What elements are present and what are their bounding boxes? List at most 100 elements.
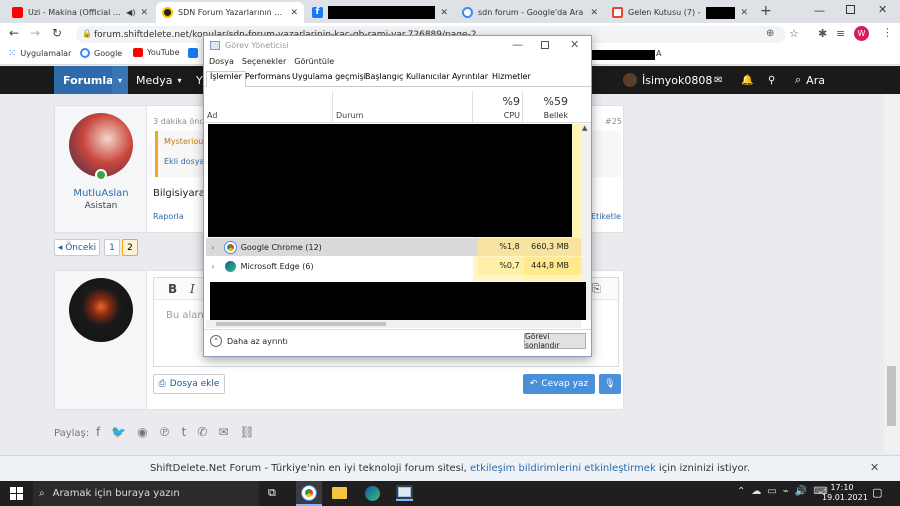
tab-youtube[interactable]: Uzi - Makina (Official Vide ◀) ✕ [6,2,154,23]
attach-file-button[interactable]: ⎙ Dosya ekle [153,374,225,394]
cpu-total[interactable]: %9 [474,95,520,108]
author-name[interactable]: MutluAslan [55,188,147,199]
tumblr-share-icon[interactable]: t [182,425,187,439]
scroll-up-icon[interactable]: ▲ [582,124,587,132]
link-share-icon[interactable]: ⛓ [240,425,255,439]
reload-icon[interactable]: ↻ [52,26,62,40]
twitter-share-icon[interactable]: 🐦 [111,425,126,439]
italic-icon[interactable]: I [190,282,195,296]
page-scrollbar[interactable] [884,94,900,454]
volume-icon[interactable]: 🔊 [795,486,807,497]
tab-gmail[interactable]: Gelen Kutusu (7) - ✕ [606,2,754,23]
col-status[interactable]: Durum [336,111,363,120]
tm-tab-users[interactable]: Kullanıcılar [403,72,453,81]
menu-options[interactable]: Seçenekler [242,57,286,66]
bookmark-facebook[interactable] [188,48,198,58]
bookmark-google[interactable]: Google [80,48,122,58]
facebook-share-icon[interactable]: f [96,425,100,439]
close-tab-icon[interactable]: ✕ [140,8,148,18]
close-tab-icon[interactable]: ✕ [590,8,598,18]
tm-tab-details[interactable]: Ayrıntılar [449,72,491,81]
prev-page-button[interactable]: ◂ Önceki [54,239,100,256]
bookmark-star-icon[interactable]: ☆ [789,27,799,40]
back-icon[interactable]: ← [9,26,19,40]
nav-user[interactable]: İsimyok0808 [623,66,712,94]
whatsapp-share-icon[interactable]: ✆ [197,425,207,439]
tm-tab-app-history[interactable]: Uygulama geçmişi [289,72,369,81]
taskbar-search[interactable]: ⌕ Aramak için buraya yazın [33,481,259,506]
reply-submit-button[interactable]: ↶ Cevap yaz [523,374,595,394]
end-task-button[interactable]: Görevi sonlandır [524,332,586,350]
process-row[interactable]: › Microsoft Edge (6) %0,7 444,8 MB [206,257,581,275]
tm-tab-startup[interactable]: Başlangıç [362,72,406,81]
menu-file[interactable]: Dosya [209,57,234,66]
tm-maximize-icon[interactable] [541,41,549,49]
tab-google[interactable]: sdn forum - Google'da Ara ✕ [456,2,604,23]
bookmark-youtube[interactable]: YouTube [133,48,180,57]
scrollbar-thumb[interactable] [216,322,386,326]
author-avatar[interactable] [69,113,133,177]
network-icon[interactable]: ⌁ [783,486,789,497]
scrollbar-thumb[interactable] [887,366,896,426]
tray-expand-icon[interactable]: ⌃ [737,486,745,497]
col-name[interactable]: Ad [207,111,217,120]
extensions-icon[interactable]: ✱ [818,27,827,40]
tm-tab-services[interactable]: Hizmetler [489,72,534,81]
tm-tab-performance[interactable]: Performans [242,72,294,81]
preview-icon[interactable]: ⎘ [592,282,601,296]
tab-sdn-forum[interactable]: SDN Forum Yazarlarının Kaç G ✕ [156,2,304,23]
mic-off-icon[interactable]: 🎙 [599,374,621,394]
expand-chevron-icon[interactable]: › [206,243,220,252]
page-2-button[interactable]: 2 [122,239,138,256]
expand-chevron-icon[interactable]: › [206,262,220,271]
reddit-share-icon[interactable]: ◉ [137,425,147,439]
menu-view[interactable]: Görüntüle [294,57,334,66]
taskbar-task-manager[interactable] [396,485,413,501]
less-details-toggle[interactable]: ⌃ Daha az ayrıntı [210,335,288,347]
post-number[interactable]: #25 [605,117,622,126]
taskbar-clock[interactable]: 17:10 19.01.2021 [822,483,868,503]
nav-more[interactable]: Y [196,66,203,94]
edge-icon[interactable] [365,486,380,501]
col-memory[interactable]: Bellek [524,111,568,120]
taskbar-chrome[interactable] [296,481,322,506]
action-center-icon[interactable]: ▢ [872,486,882,499]
bell-icon[interactable]: 🔔 [741,66,753,94]
process-row[interactable]: › Google Chrome (12) %1,8 660,3 MB [206,238,582,256]
bookmark-apps[interactable]: ⁙ Uygulamalar [8,48,71,59]
nav-media[interactable]: Medya ▾ [136,66,182,94]
inbox-icon[interactable]: ✉ [714,66,722,94]
close-tab-icon[interactable]: ✕ [740,8,748,18]
quote-author[interactable]: Mysterious [164,137,208,146]
bookmark-icon[interactable]: ⚲ [768,66,775,94]
notification-link[interactable]: etkileşim bildirimlerini etkinleştirmek [470,463,656,474]
tm-horizontal-scrollbar[interactable] [206,320,581,328]
profile-avatar[interactable]: W [854,26,869,41]
media-icon[interactable]: ≡ [836,27,845,40]
nav-search[interactable]: ⌕ Ara [795,66,825,94]
windows-start-icon[interactable] [10,487,23,500]
new-tab-icon[interactable]: + [760,3,772,19]
col-cpu[interactable]: CPU [474,111,520,120]
page-1-button[interactable]: 1 [104,239,120,256]
quote-attachment[interactable]: Ekli dosya [164,157,204,166]
tm-tab-processes[interactable]: İşlemler [206,71,246,87]
tab-facebook[interactable]: f ✕ [306,2,454,23]
maximize-icon[interactable] [846,5,855,14]
tag-link[interactable]: Etiketle [591,212,621,221]
file-explorer-icon[interactable] [332,487,347,499]
minimize-icon[interactable]: — [814,4,825,17]
close-tab-icon[interactable]: ✕ [440,8,448,18]
forward-icon[interactable]: → [30,26,40,40]
report-link[interactable]: Raporla [153,212,184,221]
bold-icon[interactable]: B [168,282,177,296]
nav-forums-dropdown-icon[interactable]: ▾ [112,66,128,94]
close-tab-icon[interactable]: ✕ [290,8,298,18]
tm-minimize-icon[interactable]: — [512,38,523,51]
close-notification-icon[interactable]: ✕ [870,461,879,474]
email-share-icon[interactable]: ✉ [218,425,228,439]
menu-dots-icon[interactable]: ⋮ [882,26,893,39]
zoom-icon[interactable]: ⊕ [766,28,774,39]
mem-total[interactable]: %59 [524,95,568,108]
tm-close-icon[interactable]: ✕ [570,38,579,51]
